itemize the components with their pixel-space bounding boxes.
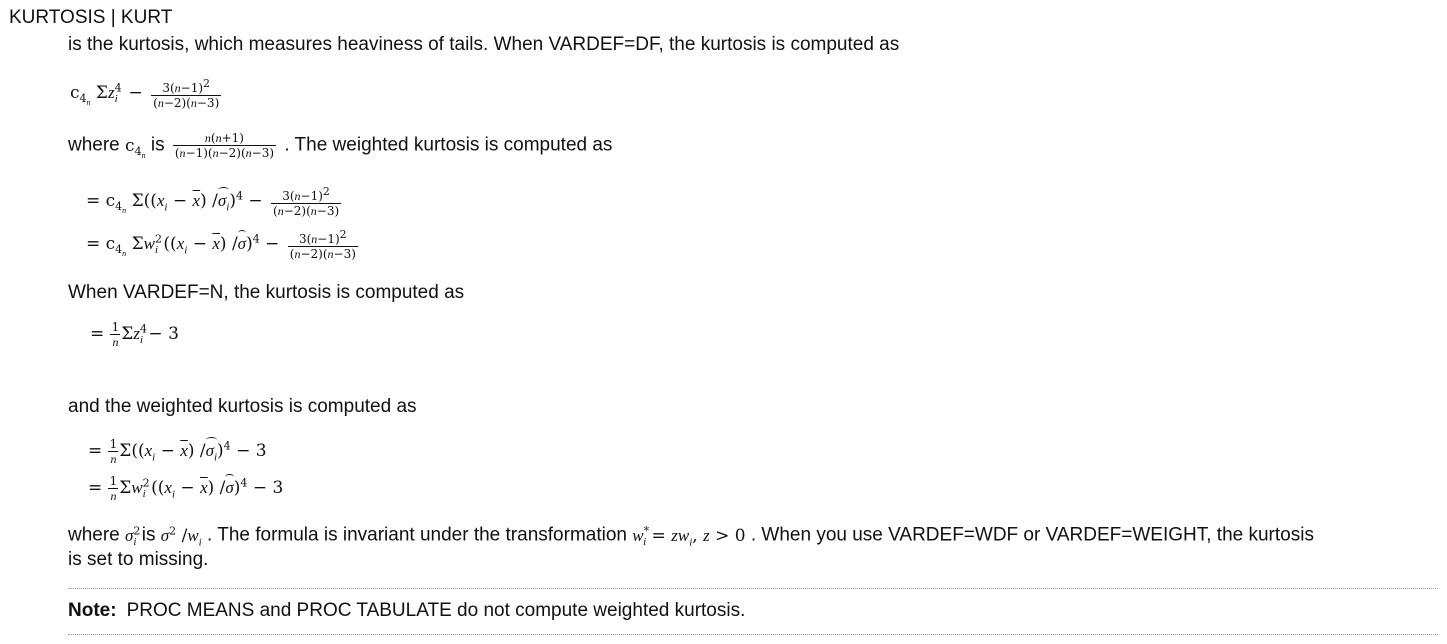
note-label: Note: (68, 600, 117, 621)
where2-tail: . When you use VARDEF=WDF or VARDEF=WEIG… (750, 524, 1314, 546)
formula-weighted-2: = c4n Σw2i ((xi − x) /σ)4 − 3(n−1)2 (n−2)… (86, 228, 358, 261)
where-prefix: where (68, 134, 120, 156)
note-bottom-divider (68, 634, 1438, 635)
formula-kurtosis-df: c4n Σz4i − 3(n−1)2 (n−2)(n−3) (70, 77, 222, 110)
note-top-divider (68, 588, 1438, 589)
where-sigma-line: where σ2i is σ2 /wi . The formula is inv… (68, 524, 1314, 549)
formula-n-weighted-2: = 1 n Σw2i ((xi − x) /σ)4 − 3 (88, 474, 284, 503)
weighted-n-text: and the weighted kurtosis is computed as (68, 396, 417, 417)
formula-n-weighted-1: = 1 n Σ((xi − x) /σi)4 − 3 (88, 436, 267, 466)
note-text: PROC MEANS and PROC TABULATE do not comp… (126, 600, 746, 621)
formula-n: = 1 n Σz4i − 3 (90, 320, 179, 349)
intro-text: is the kurtosis, which measures heavines… (68, 34, 900, 55)
where2-text: . The formula is invariant under the tra… (207, 524, 627, 546)
vardef-n-text: When VARDEF=N, the kurtosis is computed … (68, 282, 465, 303)
where-c4n-line: where c4n is n(n+1) (n−1)(n−2)(n−3) . The… (68, 131, 613, 161)
where2-is: is (141, 524, 156, 546)
note-box: Note: PROC MEANS and PROC TABULATE do not… (68, 600, 745, 622)
formula-weighted-1: = c4n Σ((xi − x) /σi)4 − 3(n−1)2 (n−2)(n−… (86, 185, 342, 218)
term-heading: KURTOSIS | KURT (9, 7, 173, 28)
where-is: is (150, 134, 165, 156)
weighted-intro: . The weighted kurtosis is computed as (284, 134, 613, 156)
where2-prefix: where (68, 524, 120, 546)
where2-line2: is set to missing. (68, 549, 209, 570)
